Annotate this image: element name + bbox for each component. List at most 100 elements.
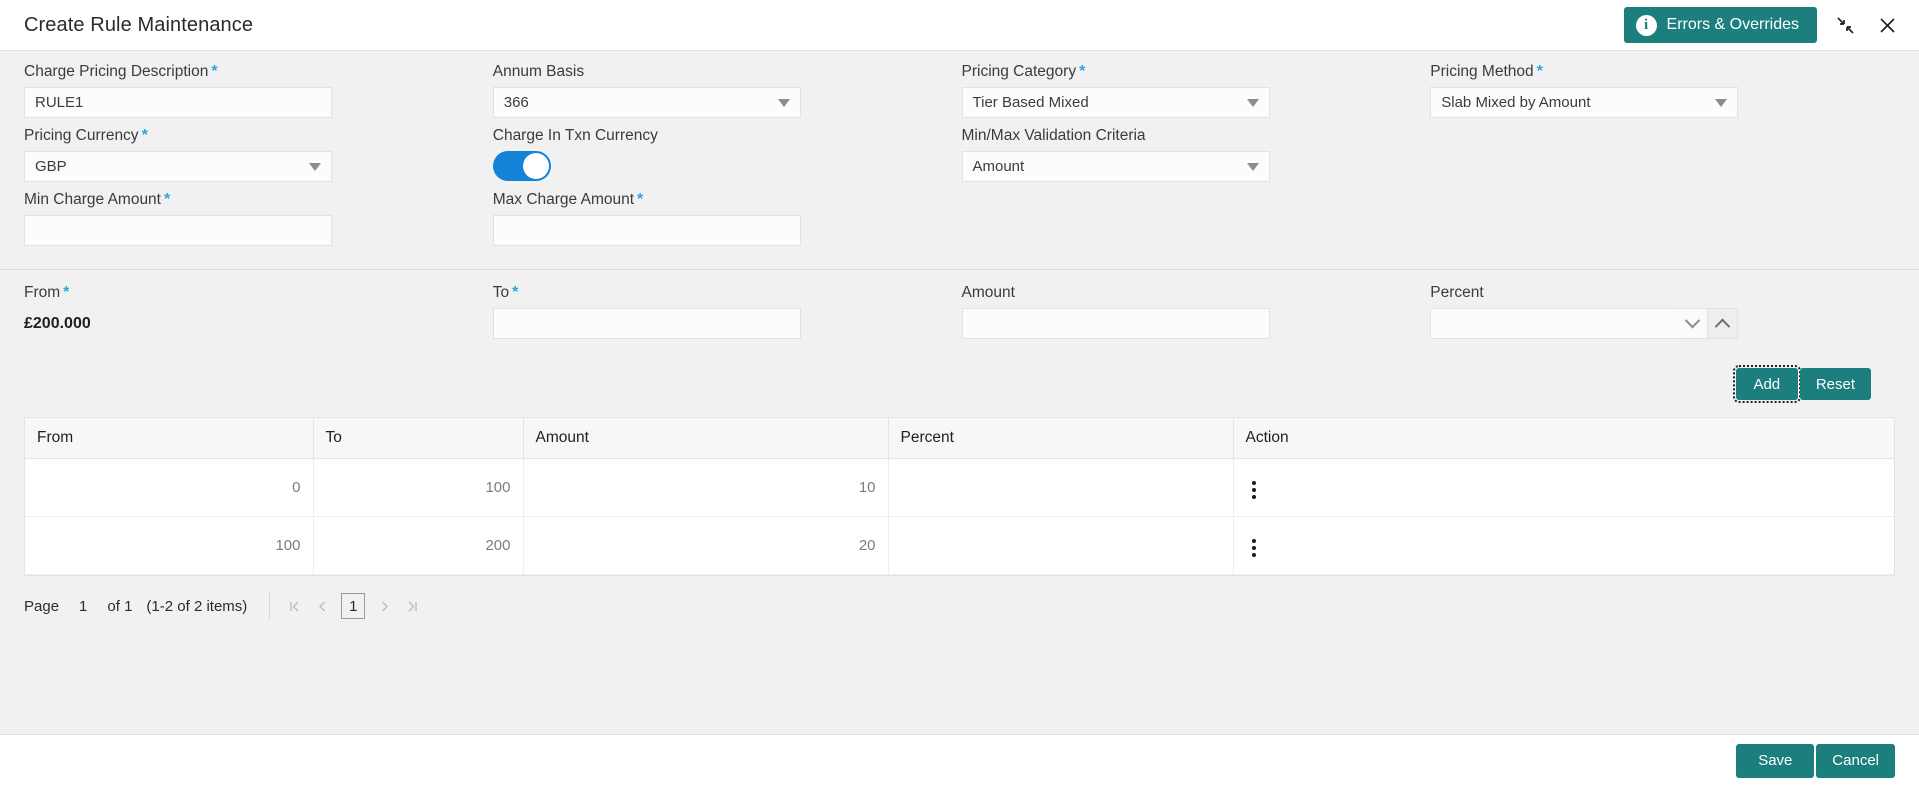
- max-charge-amount-input[interactable]: [492, 215, 801, 246]
- stepper-increment-button[interactable]: [1708, 308, 1739, 339]
- cell-action: [1233, 516, 1894, 575]
- toggle-knob: [522, 153, 549, 179]
- range-percent-input[interactable]: [1430, 308, 1679, 339]
- charge-in-txn-currency-toggle[interactable]: [492, 151, 551, 181]
- min-max-validation-criteria-value: Amount: [972, 158, 1025, 175]
- range-to-label: To *: [492, 283, 519, 301]
- annum-basis-label: Annum Basis: [492, 63, 585, 80]
- form-row-2: Pricing Currency * GBP Charge In Txn Curr…: [24, 127, 1899, 191]
- form-body: Charge Pricing Description * RULE1 Annum …: [0, 51, 1919, 734]
- cell-from: 100: [25, 516, 314, 575]
- pricing-currency-select[interactable]: GBP: [24, 151, 332, 182]
- pricing-method-select[interactable]: Slab Mixed by Amount: [1430, 87, 1739, 118]
- field-min-max-validation-criteria: Min/Max Validation Criteria Amount: [961, 127, 1431, 191]
- cell-from: 0: [25, 458, 314, 517]
- chevron-down-icon: [1246, 162, 1259, 171]
- pagination-last-button[interactable]: [398, 592, 426, 620]
- pricing-category-select[interactable]: Tier Based Mixed: [961, 87, 1270, 118]
- kebab-menu-icon[interactable]: [1246, 477, 1262, 503]
- page-label: Page: [24, 597, 60, 615]
- min-max-validation-criteria-select[interactable]: Amount: [961, 151, 1270, 182]
- table-row: 0 100 10: [25, 458, 1894, 517]
- pagination-next-button[interactable]: [370, 592, 398, 620]
- add-button[interactable]: Add: [1732, 365, 1801, 403]
- table-row: 100 200 20: [25, 516, 1894, 575]
- errors-and-overrides-label: Errors & Overrides: [1666, 16, 1799, 33]
- required-asterisk: *: [512, 283, 519, 301]
- column-header-amount: Amount: [523, 418, 889, 459]
- range-from-label: From *: [24, 283, 70, 301]
- cancel-button[interactable]: Cancel: [1816, 743, 1895, 778]
- field-range-from: From * £200.000: [24, 284, 493, 348]
- range-percent-stepper: [1430, 308, 1739, 339]
- min-charge-amount-label: Min Charge Amount *: [24, 190, 171, 208]
- tier-table: From To Amount Percent Action 0 100 10 1…: [24, 417, 1895, 576]
- charge-in-txn-currency-label: Charge In Txn Currency: [492, 127, 658, 144]
- range-percent-label: Percent: [1430, 284, 1484, 301]
- info-icon: i: [1635, 14, 1657, 36]
- pricing-currency-label: Pricing Currency *: [24, 126, 148, 144]
- pagination-divider: [269, 593, 271, 619]
- charge-pricing-description-label: Charge Pricing Description *: [24, 62, 218, 80]
- chevron-down-icon: [1715, 98, 1728, 107]
- required-asterisk: *: [164, 190, 171, 208]
- pricing-category-label: Pricing Category *: [961, 62, 1086, 80]
- collapse-icon[interactable]: [1831, 11, 1859, 39]
- field-range-to: To *: [492, 283, 962, 348]
- create-rule-maintenance-window: Create Rule Maintenance i Errors & Overr…: [0, 0, 1919, 786]
- range-entry-section: From * £200.000 To * Amount Percent Add …: [0, 270, 1919, 403]
- range-action-buttons: Add Reset: [24, 348, 1895, 403]
- save-button[interactable]: Save: [1736, 743, 1815, 778]
- column-header-to: To: [313, 418, 524, 459]
- cell-amount: 20: [523, 516, 889, 575]
- pricing-currency-value: GBP: [35, 158, 67, 175]
- field-pricing-category: Pricing Category * Tier Based Mixed: [961, 62, 1431, 127]
- required-asterisk: *: [1536, 62, 1543, 80]
- required-asterisk: *: [63, 283, 70, 301]
- field-range-percent: Percent: [1430, 284, 1899, 348]
- annum-basis-select[interactable]: 366: [492, 87, 801, 118]
- pagination-first-button[interactable]: [280, 592, 308, 620]
- chevron-down-icon: [777, 98, 790, 107]
- cell-percent: [888, 516, 1234, 575]
- field-range-amount: Amount: [961, 284, 1431, 348]
- kebab-menu-icon[interactable]: [1246, 535, 1262, 561]
- pricing-method-value: Slab Mixed by Amount: [1441, 94, 1591, 111]
- cell-to: 200: [313, 516, 524, 575]
- required-asterisk: *: [637, 190, 644, 208]
- pricing-category-value: Tier Based Mixed: [972, 94, 1089, 111]
- pagination: Page 1 of 1 (1-2 of 2 items) 1: [0, 576, 1919, 620]
- field-annum-basis: Annum Basis 366: [492, 63, 962, 127]
- pricing-method-label: Pricing Method *: [1430, 62, 1543, 80]
- min-charge-amount-input[interactable]: [24, 215, 332, 246]
- stepper-decrement-button[interactable]: [1678, 308, 1709, 339]
- range-amount-input[interactable]: [961, 308, 1270, 339]
- field-spacer-3: [1430, 191, 1899, 255]
- tier-table-element: From To Amount Percent Action 0 100 10 1…: [25, 418, 1894, 575]
- form-row-1: Charge Pricing Description * RULE1 Annum …: [24, 63, 1899, 127]
- field-max-charge-amount: Max Charge Amount *: [492, 190, 962, 255]
- required-asterisk: *: [141, 126, 148, 144]
- errors-and-overrides-button[interactable]: i Errors & Overrides: [1623, 7, 1817, 43]
- reset-button[interactable]: Reset: [1799, 368, 1871, 400]
- column-header-percent: Percent: [888, 418, 1234, 459]
- table-header-row: From To Amount Percent Action: [25, 418, 1894, 459]
- field-spacer-2: [962, 191, 1431, 255]
- required-asterisk: *: [1079, 62, 1086, 80]
- field-charge-in-txn-currency: Charge In Txn Currency: [492, 127, 962, 191]
- range-to-input[interactable]: [492, 308, 801, 339]
- max-charge-amount-label: Max Charge Amount *: [492, 190, 644, 208]
- title-bar: Create Rule Maintenance i Errors & Overr…: [0, 0, 1919, 51]
- pagination-prev-button[interactable]: [308, 592, 336, 620]
- required-asterisk: *: [211, 62, 218, 80]
- charge-pricing-description-input[interactable]: RULE1: [24, 87, 332, 118]
- chevron-down-icon: [1246, 98, 1259, 107]
- annum-basis-value: 366: [503, 94, 529, 111]
- pagination-current-page[interactable]: 1: [341, 593, 366, 619]
- footer-actions: Save Cancel: [0, 734, 1919, 786]
- close-icon[interactable]: [1873, 11, 1901, 39]
- field-pricing-currency: Pricing Currency * GBP: [24, 127, 493, 191]
- field-pricing-method: Pricing Method * Slab Mixed by Amount: [1430, 63, 1899, 127]
- field-min-charge-amount: Min Charge Amount *: [24, 191, 493, 255]
- page-title: Create Rule Maintenance: [24, 13, 254, 36]
